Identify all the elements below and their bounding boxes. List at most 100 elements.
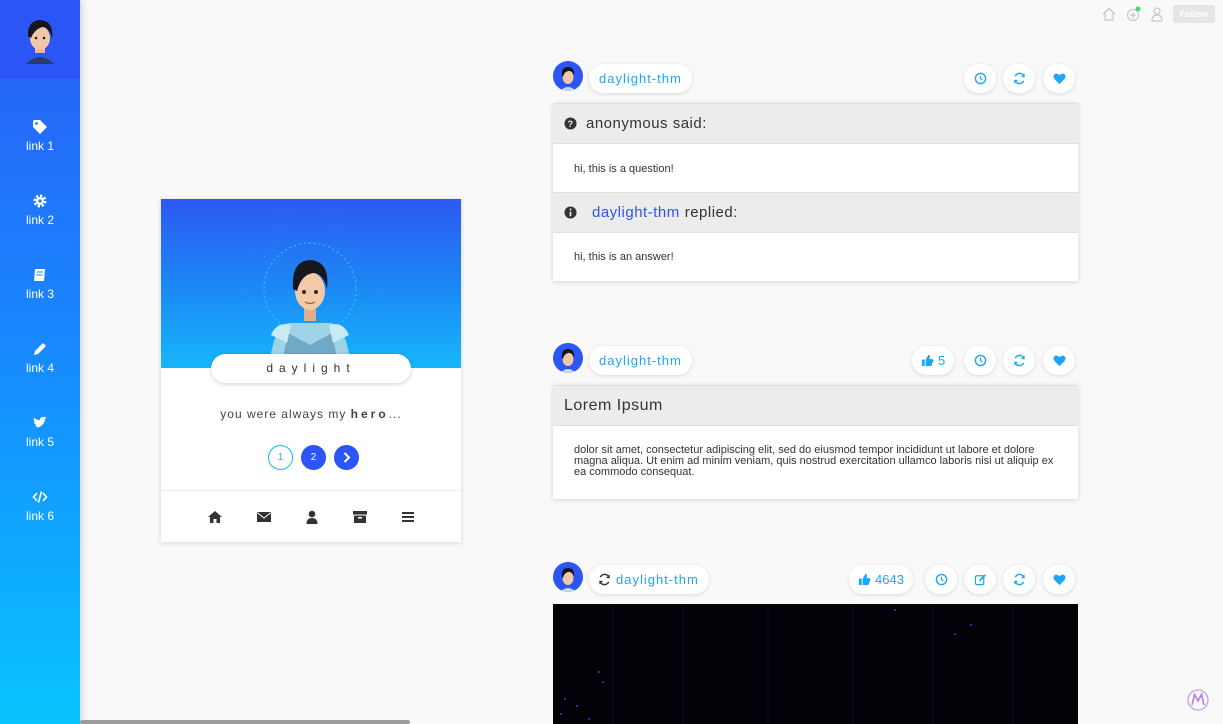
timestamp-button[interactable] <box>964 64 996 93</box>
envelope-icon[interactable] <box>256 509 272 525</box>
sidebar-link-label: link 1 <box>25 139 54 153</box>
pencil-icon <box>34 343 46 355</box>
reblog-icon <box>1013 72 1025 85</box>
answer-body: hi, this is an answer! <box>553 233 1078 279</box>
timestamp-button[interactable] <box>964 346 996 375</box>
description-ellipsis: ... <box>388 407 402 421</box>
home-icon[interactable] <box>207 509 223 525</box>
post-body: dolor sit amet, consectetur adipiscing e… <box>574 444 1054 478</box>
edit-button[interactable] <box>964 565 996 594</box>
post-avatar[interactable] <box>553 562 583 592</box>
clock-icon <box>974 72 986 85</box>
follow-button[interactable]: Follow <box>1172 5 1215 23</box>
sidebar-link-5[interactable]: link 5 <box>0 415 80 449</box>
page-2-button[interactable]: 2 <box>301 445 326 470</box>
sidebar-link-label: link 2 <box>25 213 54 227</box>
add-post-icon[interactable] <box>1125 6 1141 22</box>
post-avatar[interactable] <box>553 343 583 373</box>
photo-post-image[interactable] <box>553 604 1078 724</box>
sidebar-link-label: link 5 <box>25 435 54 449</box>
note-count: 5 <box>938 353 946 368</box>
reblog-icon <box>1013 354 1025 367</box>
reblog-button[interactable] <box>1003 565 1035 594</box>
card-divider <box>161 490 461 491</box>
user-icon[interactable] <box>304 509 320 525</box>
post-title-bar: Lorem Ipsum <box>553 385 1078 426</box>
next-page-button[interactable] <box>334 445 359 470</box>
heart-icon <box>1052 574 1066 586</box>
question-body: hi, this is a question! <box>553 144 1078 192</box>
archive-icon[interactable] <box>352 509 368 525</box>
profile-description: you were always my hero... <box>161 407 461 421</box>
profile-name: daylight <box>211 354 411 383</box>
reblog-button[interactable] <box>1003 64 1035 93</box>
note-count: 4643 <box>875 572 904 587</box>
post-username[interactable]: daylight-thm <box>589 346 692 375</box>
sidebar-link-label: link 6 <box>25 509 54 523</box>
note-count-button[interactable]: 4643 <box>849 565 913 594</box>
timestamp-button[interactable] <box>925 565 957 594</box>
sidebar-link-6[interactable]: link 6 <box>0 489 80 523</box>
profile-hero-illustration <box>227 206 393 368</box>
sidebar-link-4[interactable]: link 4 <box>0 341 80 375</box>
answer-label: replied: <box>684 204 738 221</box>
post-username: daylight-thm <box>616 572 699 587</box>
account-icon[interactable] <box>1149 6 1165 22</box>
home-icon[interactable] <box>1101 6 1117 22</box>
svg-text:?: ? <box>567 119 573 129</box>
sidebar-link-2[interactable]: link 2 <box>0 193 80 227</box>
gear-icon <box>33 194 47 208</box>
avatar-icon <box>560 349 576 373</box>
profile-header-image <box>161 199 461 368</box>
code-icon <box>32 491 48 503</box>
answer-header: daylight-thm replied: <box>553 192 1078 233</box>
menu-icon[interactable] <box>400 509 416 525</box>
note-count-button[interactable]: 5 <box>912 346 955 375</box>
twitter-icon <box>33 416 47 428</box>
reblog-username-pill[interactable]: daylight-thm <box>589 565 709 594</box>
answer-text: hi, this is an answer! <box>574 251 674 263</box>
sidebar-link-3[interactable]: link 3 <box>0 267 80 301</box>
post-username[interactable]: daylight-thm <box>589 64 692 93</box>
like-button[interactable] <box>1043 565 1075 594</box>
description-text: you were always my <box>220 407 347 421</box>
thumbs-up-icon <box>858 573 871 586</box>
answer-username[interactable]: daylight-thm <box>592 192 680 233</box>
book-icon <box>34 269 45 281</box>
dark-starfield-image <box>560 604 1014 724</box>
heart-icon <box>1052 73 1066 85</box>
like-button[interactable] <box>1043 64 1075 93</box>
reblog-button[interactable] <box>1003 346 1035 375</box>
sidebar-avatar[interactable] <box>0 0 80 79</box>
sidebar-link-label: link 3 <box>25 287 54 301</box>
post-avatar[interactable] <box>553 61 583 91</box>
question-circle-icon: ? <box>564 117 577 130</box>
profile-card: daylight you were always my hero... 1 2 <box>161 199 461 542</box>
horizontal-scrollbar[interactable] <box>80 720 410 724</box>
theme-logo-icon[interactable] <box>1187 689 1209 711</box>
like-button[interactable] <box>1043 346 1075 375</box>
sidebar: link 1 link 2 link 3 link 4 link 5 link … <box>0 0 80 724</box>
edit-icon <box>974 574 986 586</box>
reblog-icon <box>599 573 610 586</box>
question-text: hi, this is a question! <box>574 163 674 175</box>
question-label: anonymous said: <box>586 115 707 132</box>
thumbs-up-icon <box>921 354 934 367</box>
sidebar-link-label: link 4 <box>25 361 54 375</box>
clock-icon <box>974 354 986 367</box>
info-circle-icon <box>564 206 577 219</box>
page-1-button[interactable]: 1 <box>268 445 293 470</box>
tag-icon <box>33 120 47 134</box>
clock-icon <box>935 573 947 586</box>
question-header: ? anonymous said: <box>553 103 1078 144</box>
text-post: Lorem Ipsum dolor sit amet, consectetur … <box>553 385 1078 499</box>
heart-icon <box>1052 355 1066 367</box>
post-title: Lorem Ipsum <box>564 397 663 414</box>
avatar-icon <box>560 568 576 592</box>
top-bar: Follow <box>1101 5 1215 23</box>
ask-post: ? anonymous said: hi, this is a question… <box>553 103 1078 281</box>
reblog-icon <box>1013 573 1025 586</box>
sidebar-link-1[interactable]: link 1 <box>0 119 80 153</box>
avatar-icon <box>560 67 576 91</box>
avatar-icon <box>26 19 54 64</box>
